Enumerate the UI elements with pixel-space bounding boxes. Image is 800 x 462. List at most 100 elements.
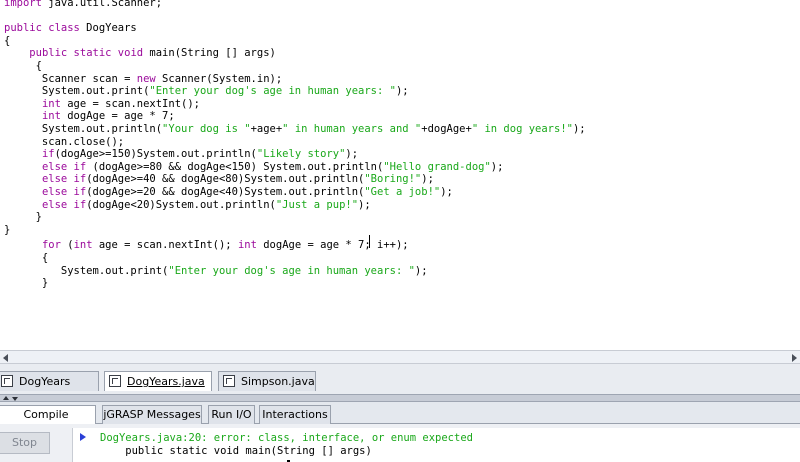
java-file-icon	[109, 375, 121, 387]
code-text: System.out.print(	[4, 264, 169, 277]
tab-run-io[interactable]: Run I/O	[208, 405, 255, 424]
code-string: "Just a pup!"	[275, 198, 359, 211]
code-text: (dogAge>=150)System.out.println(	[54, 148, 257, 161]
code-text: }	[4, 211, 42, 224]
code-text: System.out.print(	[4, 85, 150, 98]
tab-jgrasp-messages[interactable]: jGRASP Messages	[102, 405, 202, 424]
code-text: scan.close();	[4, 135, 125, 148]
java-file-icon	[223, 375, 235, 387]
file-tab-bar: DogYears (2).java DogYears.java * Simpso…	[0, 364, 800, 407]
code-line[interactable]: else if(dogAge>=20 && dogAge<40)System.o…	[4, 186, 453, 199]
code-text: (dogAge>=80 && dogAge<150) System.out.pr…	[86, 160, 384, 173]
code-line[interactable]: Scanner scan = new Scanner(System.in);	[4, 73, 282, 86]
code-line[interactable]: {	[4, 35, 10, 48]
message-panel: Stop DogYears.java:20: error: class, int…	[0, 424, 800, 462]
code-text: );	[414, 264, 428, 277]
code-text: {	[4, 60, 42, 72]
code-line[interactable]: int dogAge = age * 7;	[4, 110, 175, 123]
code-line[interactable]: public class DogYears	[4, 22, 137, 35]
code-keyword: int	[237, 239, 257, 252]
code-text: dogAge = age * 7;	[60, 110, 175, 123]
code-text: {	[4, 252, 49, 264]
code-text: }	[4, 223, 11, 236]
code-line[interactable]: else if(dogAge>=40 && dogAge<80)System.o…	[4, 173, 434, 186]
code-string: "Enter your dog's age in human years: "	[149, 85, 396, 98]
code-editor[interactable]: import java.util.Scanner; public class Do…	[0, 0, 800, 350]
code-keyword: else if	[41, 198, 87, 211]
code-string: "Enter your dog's age in human years: "	[168, 264, 415, 277]
code-line[interactable]: else if (dogAge>=80 && dogAge<150) Syste…	[4, 160, 504, 174]
code-text: );	[440, 186, 453, 198]
code-text: System.out.println(	[4, 123, 163, 135]
code-keyword: new	[136, 72, 156, 85]
code-text: age = scan.nextInt();	[92, 239, 238, 252]
file-tab-dogyears-2[interactable]: DogYears (2).java	[0, 371, 99, 407]
scroll-left-icon[interactable]	[3, 354, 8, 362]
compile-output[interactable]: DogYears.java:20: error: class, interfac…	[72, 428, 800, 462]
collapse-down-icon[interactable]	[12, 397, 18, 401]
java-file-icon	[1, 375, 13, 387]
code-line[interactable]: if(dogAge>=150)System.out.println("Likel…	[4, 148, 358, 161]
editor-horizontal-scrollbar[interactable]	[0, 350, 800, 364]
code-text: java.util.Scanner;	[41, 0, 163, 9]
code-line[interactable]: {	[4, 60, 42, 73]
code-line[interactable]: System.out.print("Enter your dog's age i…	[4, 85, 409, 98]
code-text: );	[572, 123, 586, 135]
code-line[interactable]: }	[4, 211, 42, 224]
code-text: +dogAge+	[421, 123, 472, 135]
code-line[interactable]: {	[4, 252, 48, 265]
code-line[interactable]: else if(dogAge<20)System.out.println("Ju…	[4, 199, 371, 212]
code-line[interactable]: }	[4, 224, 10, 237]
code-string: "Likely story"	[256, 148, 346, 161]
code-text: DogYears	[79, 22, 137, 35]
file-tab-dogyears[interactable]: DogYears.java *	[104, 371, 212, 407]
scroll-right-icon[interactable]	[792, 354, 797, 362]
code-text: (	[60, 239, 74, 252]
code-string: "Your dog is "	[162, 123, 251, 135]
tab-compile-messages[interactable]: Compile Messages	[0, 405, 96, 438]
text-cursor	[369, 235, 370, 248]
code-keyword: int	[41, 110, 61, 123]
file-tab-simpson[interactable]: Simpson.java	[218, 371, 316, 391]
expand-up-icon[interactable]	[3, 396, 9, 400]
code-string: "Hello grand-dog"	[383, 160, 491, 173]
code-keyword: else if	[41, 186, 87, 198]
code-line[interactable]: public static void main(String [] args)	[4, 47, 276, 60]
code-text: Scanner(System.in);	[155, 72, 283, 85]
code-text: main(String [] args)	[143, 47, 276, 60]
code-string: " in human years and "	[282, 123, 422, 135]
code-string: "Boring!"	[364, 173, 422, 186]
tab-interactions[interactable]: Interactions	[259, 405, 331, 424]
code-line[interactable]: import java.util.Scanner;	[4, 0, 162, 10]
code-keyword: if	[41, 148, 55, 161]
code-keyword: else if	[41, 160, 87, 173]
code-line[interactable]: }	[4, 277, 48, 290]
code-text: (dogAge>=20 && dogAge<40)System.out.prin…	[86, 186, 365, 198]
code-text: );	[395, 85, 409, 98]
stop-button[interactable]: Stop	[0, 432, 50, 454]
code-line[interactable]: for (int age = scan.nextInt(); int dogAg…	[4, 239, 409, 252]
code-text: (dogAge>=40 && dogAge<80)System.out.prin…	[86, 173, 365, 186]
code-line[interactable]: System.out.println("Your dog is "+age+" …	[4, 123, 586, 136]
code-text: );	[490, 160, 504, 173]
code-line[interactable]: scan.close();	[4, 136, 124, 149]
code-keyword: int	[73, 239, 93, 252]
code-line[interactable]: int age = scan.nextInt();	[4, 98, 200, 111]
code-text: +age+	[250, 123, 283, 135]
file-tab-label: Simpson.java	[241, 375, 315, 388]
code-keyword: public class	[4, 22, 80, 35]
code-text: );	[421, 173, 434, 186]
error-message[interactable]: DogYears.java:20: error: class, interfac…	[100, 432, 473, 445]
code-text: {	[4, 34, 11, 47]
code-keyword: import	[4, 0, 42, 9]
code-line[interactable]: System.out.print("Enter your dog's age i…	[4, 265, 428, 278]
panel-splitter[interactable]	[0, 394, 800, 402]
